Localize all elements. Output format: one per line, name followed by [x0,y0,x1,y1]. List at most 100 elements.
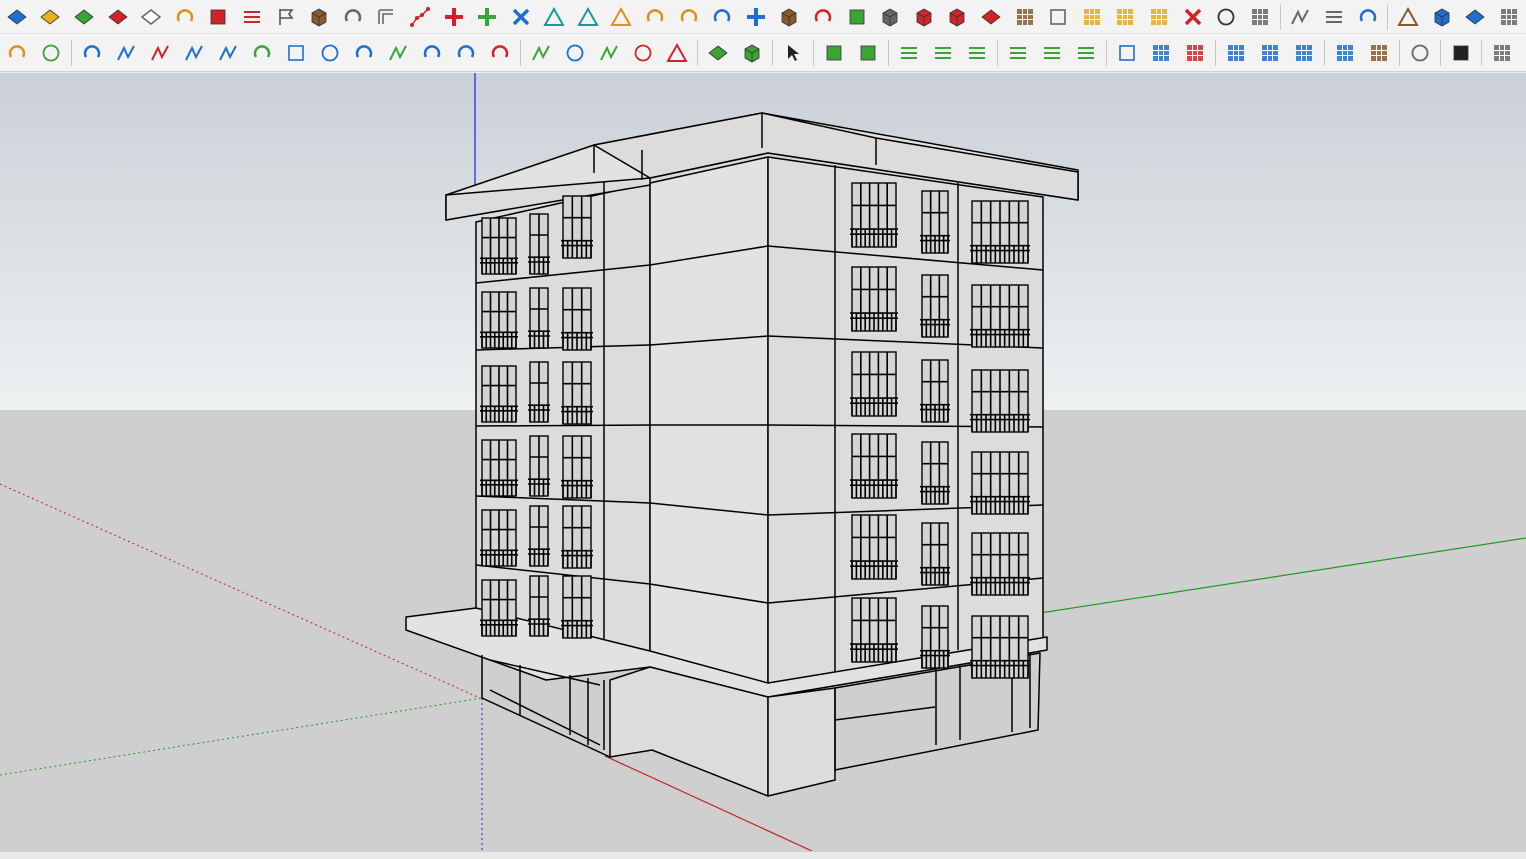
red-cubes-button[interactable] [909,3,939,31]
blue-tool-button[interactable] [1461,3,1491,31]
red-rectangle-lines-button[interactable] [237,3,267,31]
align-lines-remove-icon [966,42,988,64]
red-stack-button[interactable] [943,3,973,31]
dash-line-remove-button[interactable] [1071,39,1101,67]
green-line-button[interactable] [526,39,556,67]
blue-hook-button[interactable] [417,39,447,67]
panel-split-button[interactable] [1289,39,1319,67]
align-lines-remove-button[interactable] [962,39,992,67]
dash-line-button[interactable] [1003,39,1033,67]
tape-measure-button[interactable] [338,3,368,31]
window-left-narrow [528,435,550,497]
green-wrench-button[interactable] [594,39,624,67]
rotate-arrow-button[interactable] [170,3,200,31]
table-grid-button[interactable] [1330,39,1360,67]
lock-button[interactable] [2,39,32,67]
toolbar-separator [1387,3,1389,30]
green-cross-button[interactable] [472,3,502,31]
green-plane-button[interactable] [703,39,733,67]
orange-grid-button[interactable] [1077,3,1107,31]
cloud-shape-icon [1409,42,1431,64]
flag-button[interactable] [271,3,301,31]
offset-button[interactable] [372,3,402,31]
frame-button[interactable] [1043,3,1073,31]
blue-s-curve-button[interactable] [213,39,243,67]
box-button[interactable] [304,3,334,31]
move-arrows-button[interactable] [741,3,771,31]
panel-blue-button[interactable] [1255,39,1285,67]
align-lines-button[interactable] [894,39,924,67]
paint-yellow-face-button[interactable] [36,3,66,31]
outline-face-button[interactable] [136,3,166,31]
sheet-button[interactable] [875,3,905,31]
blue-zigzag-button[interactable] [111,39,141,67]
blue-tool-icon [1464,6,1486,28]
red-undo-button[interactable] [808,3,838,31]
blue-curve-button[interactable] [349,39,379,67]
scale-down-button[interactable] [853,39,883,67]
window-right-narrow [920,441,950,505]
red-arc-button[interactable] [485,39,515,67]
model-viewport[interactable] [0,73,1526,851]
blue-circles-button[interactable] [315,39,345,67]
paint-green-face-button[interactable] [69,3,99,31]
blue-dotted-circle-button[interactable] [560,39,590,67]
pencil-line-button[interactable] [1286,3,1316,31]
cloud-shape-button[interactable] [1405,39,1435,67]
hatch-grid-button[interactable] [1146,39,1176,67]
green-box-button[interactable] [737,39,767,67]
blue-rectangle-button[interactable] [281,39,311,67]
teal-mountain-button[interactable] [573,3,603,31]
select-arrow-button[interactable] [778,39,808,67]
scale-up-button[interactable] [819,39,849,67]
blue-spiral-button[interactable] [707,3,737,31]
red-square-button[interactable] [204,3,234,31]
component-grid-button[interactable] [1245,3,1275,31]
toolbar-separator [697,39,698,66]
black-white-button[interactable] [1446,39,1476,67]
window-right-narrow [920,605,950,669]
dotted-circle-button[interactable] [1211,3,1241,31]
align-lines-add-button[interactable] [928,39,958,67]
orange-lattice-button[interactable] [1144,3,1174,31]
red-oval-button[interactable] [628,39,658,67]
blue-arc-join-button[interactable] [77,39,107,67]
green-polygon-button[interactable] [36,39,66,67]
blue-arch-button[interactable] [451,39,481,67]
brown-cube-button[interactable] [775,3,805,31]
grid-cube-button[interactable] [1010,3,1040,31]
blue-x-button[interactable] [506,3,536,31]
red-zigzag-button[interactable] [145,39,175,67]
overflow-grid-button[interactable] [1487,39,1517,67]
paint-red-face-button[interactable] [103,3,133,31]
select-face-blue-button[interactable] [2,3,32,31]
texture-tile-button[interactable] [1364,39,1394,67]
scene-canvas[interactable] [0,73,1526,851]
green-arc-button[interactable] [247,39,277,67]
blue-n-curve-button[interactable] [179,39,209,67]
orange-warning-button[interactable] [607,3,637,31]
red-explode-button[interactable] [1178,3,1208,31]
orange-knot-button[interactable] [674,3,704,31]
overflow-button[interactable] [1494,3,1524,31]
orange-window-button[interactable] [1111,3,1141,31]
blue-camera-button[interactable] [1353,3,1383,31]
green-cycle-button[interactable] [842,3,872,31]
blue-curve-icon [353,42,375,64]
red-path-button[interactable] [405,3,435,31]
blue-shapes-button[interactable] [1427,3,1457,31]
red-gem-button[interactable] [976,3,1006,31]
red-cross-button[interactable] [439,3,469,31]
teal-cone-button[interactable] [540,3,570,31]
red-cone-button[interactable] [662,39,692,67]
dash-line-add-button[interactable] [1037,39,1067,67]
panel-grid-button[interactable] [1221,39,1251,67]
brown-paint-button[interactable] [1393,3,1423,31]
green-wave-button[interactable] [383,39,413,67]
hatch-box-button[interactable] [1112,39,1142,67]
hatch-red-button[interactable] [1180,39,1210,67]
dimension-button[interactable] [1319,3,1349,31]
orange-loop-button[interactable] [640,3,670,31]
blue-shapes-icon [1431,6,1453,28]
toolbar-separator [813,39,814,66]
